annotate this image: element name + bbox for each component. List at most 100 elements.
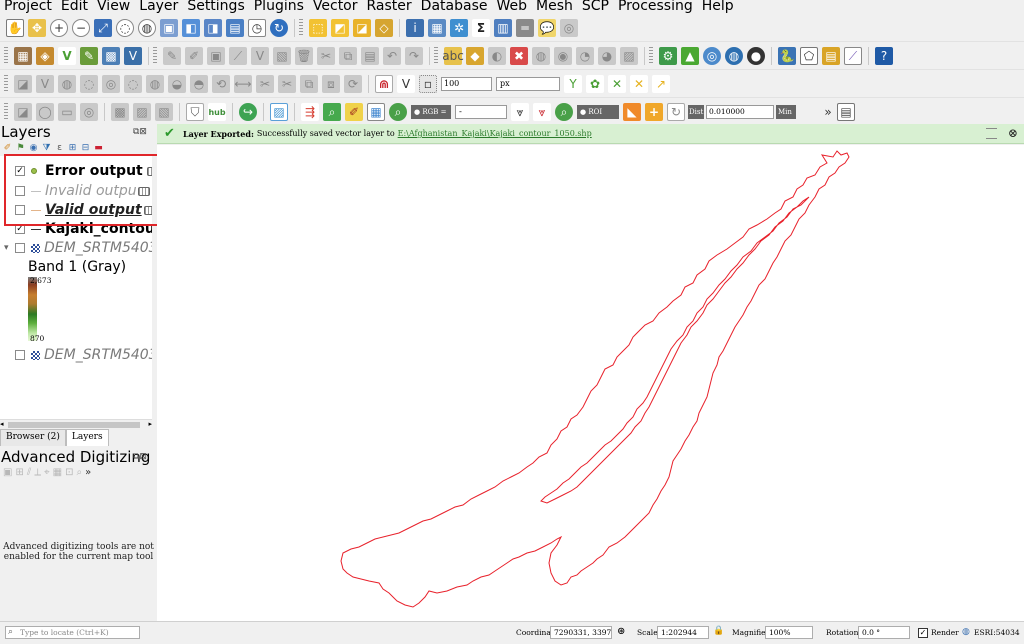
rgb-prev-icon[interactable]: ⩔	[511, 103, 529, 121]
menu-raster[interactable]: Raster	[361, 0, 415, 13]
zoom-roi-2-icon[interactable]: ⌕	[555, 103, 573, 121]
attribute-table-icon[interactable]: ▦	[428, 19, 446, 37]
scp-input-icon[interactable]: ⇶	[301, 103, 319, 121]
quickmap-icon[interactable]: ●	[747, 47, 765, 65]
add-roi-icon[interactable]: +	[645, 103, 663, 121]
layer-visibility-checkbox[interactable]	[15, 243, 25, 253]
pan-to-selection-icon[interactable]: ✥	[28, 19, 46, 37]
layer-labeling-icon[interactable]: ◆	[466, 47, 484, 65]
snap-type-icon[interactable]: ▫	[419, 75, 437, 93]
paste-features-icon[interactable]: ▤	[361, 47, 379, 65]
chart-icon[interactable]: ⟋	[844, 47, 862, 65]
menu-help[interactable]: Help	[696, 0, 737, 13]
share-icon[interactable]: ↪	[239, 103, 257, 121]
menu-project[interactable]: Project	[0, 0, 55, 13]
rgb-next-icon[interactable]: ⩔	[533, 103, 551, 121]
menu-mesh[interactable]: Mesh	[530, 0, 576, 13]
raster-align-icon[interactable]: ▨	[133, 103, 151, 121]
shape-rect-icon[interactable]: ▭	[58, 103, 76, 121]
current-edits-icon[interactable]: ✎	[163, 47, 181, 65]
rgb-select[interactable]: -	[455, 105, 507, 119]
deselect-icon[interactable]: ◪	[353, 19, 371, 37]
temporal-controller-icon[interactable]: ◷	[248, 19, 266, 37]
expand-all-icon[interactable]: ⊞	[67, 143, 78, 154]
redo-icon[interactable]: ↷	[405, 47, 423, 65]
snap-vertex-icon[interactable]: V	[397, 75, 415, 93]
plugin-manager-icon[interactable]: ⬠	[800, 47, 818, 65]
menu-vector[interactable]: Vector	[307, 0, 361, 13]
open-field-calculator-icon[interactable]: ▥	[494, 19, 512, 37]
dist-input[interactable]: 0.010000	[706, 105, 774, 119]
hub-icon[interactable]: hub	[208, 103, 226, 121]
avoid-overlap-icon[interactable]: ✿	[586, 75, 604, 93]
band-set-icon[interactable]: ▦	[367, 103, 385, 121]
remove-layer-icon[interactable]: ▬	[93, 143, 104, 154]
layer-item-dem-1[interactable]: ▾ DEM_SRTM5403	[0, 238, 157, 258]
menu-web[interactable]: Web	[490, 0, 530, 13]
tracing-icon[interactable]: Y	[564, 75, 582, 93]
vertex-tool-icon[interactable]: V	[251, 47, 269, 65]
scp-dock-icon[interactable]: ▨	[270, 103, 288, 121]
render-checkbox[interactable]: ✓	[918, 628, 928, 638]
parallel-icon[interactable]: ⫽	[27, 467, 31, 478]
filter-legend-icon[interactable]: ⧩	[41, 143, 52, 154]
select-by-value-icon[interactable]: ◩	[331, 19, 349, 37]
map-canvas[interactable]	[157, 145, 1024, 621]
snap-unit-select[interactable]: px	[496, 77, 560, 91]
zoom-out-icon[interactable]: −	[72, 19, 90, 37]
menu-scp[interactable]: SCP	[576, 0, 612, 13]
shape-circle-icon[interactable]: ◯	[36, 103, 54, 121]
map-tips-icon[interactable]: 💬	[538, 19, 556, 37]
message-link[interactable]: E:\Afghanistan_Kajaki\Kajaki_contour_105…	[398, 129, 592, 138]
trim-extend-icon[interactable]: ⟷	[234, 75, 252, 93]
move-label-icon[interactable]: ◉	[554, 47, 572, 65]
metasearch-icon[interactable]: ◍	[725, 47, 743, 65]
digitize-line-icon[interactable]: ⟋	[229, 47, 247, 65]
new-map-view-icon[interactable]: ▤	[226, 19, 244, 37]
delete-part-icon[interactable]: ◍	[146, 75, 164, 93]
pin-labels-icon[interactable]: ✖	[510, 47, 528, 65]
delete-ring-icon[interactable]: ◌	[124, 75, 142, 93]
menu-settings[interactable]: Settings	[181, 0, 247, 13]
manage-visibility-icon[interactable]: ◉	[28, 143, 39, 154]
new-spatialite-icon[interactable]: ✎	[80, 47, 98, 65]
measure-icon[interactable]: ═	[516, 19, 534, 37]
menu-view[interactable]: View	[91, 0, 133, 13]
expand-arrow-icon[interactable]: ▾	[4, 243, 12, 253]
new-virtual-layer-icon[interactable]: V	[124, 47, 142, 65]
split-features-icon[interactable]: ✂	[256, 75, 274, 93]
annotation-icon[interactable]: ◎	[560, 19, 578, 37]
simplify-icon[interactable]: V	[36, 75, 54, 93]
new-temp-layer-icon[interactable]: ▩	[102, 47, 120, 65]
magnifier-input[interactable]: 100%	[765, 626, 813, 639]
merge-features-icon[interactable]: ⧉	[300, 75, 318, 93]
topology-icon[interactable]: ✕	[630, 75, 648, 93]
split-parts-icon[interactable]: ✂	[278, 75, 296, 93]
diagram-icon[interactable]: ◐	[488, 47, 506, 65]
layer-item-dem-2[interactable]: DEM_SRTM5403	[0, 345, 157, 365]
menu-processing[interactable]: Processing	[612, 0, 696, 13]
tab-browser[interactable]: Browser (2)	[0, 429, 66, 446]
rotation-input[interactable]: 0.0 °	[858, 626, 910, 639]
layer-styling-icon[interactable]: ▤	[822, 47, 840, 65]
zoom-next-icon[interactable]: ◨	[204, 19, 222, 37]
filter-expression-icon[interactable]: ε	[54, 143, 65, 154]
pan-icon[interactable]: ✋	[6, 19, 24, 37]
copy-features-icon[interactable]: ⧉	[339, 47, 357, 65]
search-icon[interactable]: ⌕	[76, 467, 82, 478]
offset-curve-icon[interactable]: ◓	[190, 75, 208, 93]
merge-attributes-icon[interactable]: ⧈	[322, 75, 340, 93]
rotate-point-icon[interactable]: ⟳	[344, 75, 362, 93]
scrollbar-thumb[interactable]	[8, 422, 140, 428]
tab-layers[interactable]: Layers	[65, 429, 109, 446]
rotate-feature-icon[interactable]: ◪	[14, 75, 32, 93]
scp-settings-icon[interactable]: ▤	[837, 103, 855, 121]
intersection-icon[interactable]: ✕	[608, 75, 626, 93]
crs-globe-icon[interactable]: ◍	[962, 627, 970, 637]
show-hide-labels-icon[interactable]: ◍	[532, 47, 550, 65]
overflow-icon[interactable]: »	[85, 467, 91, 478]
help-icon[interactable]: ?	[875, 47, 893, 65]
style-manager-icon[interactable]: ✐	[2, 143, 13, 154]
globe-icon[interactable]: ◎	[703, 47, 721, 65]
menu-layer[interactable]: Layer	[133, 0, 181, 13]
